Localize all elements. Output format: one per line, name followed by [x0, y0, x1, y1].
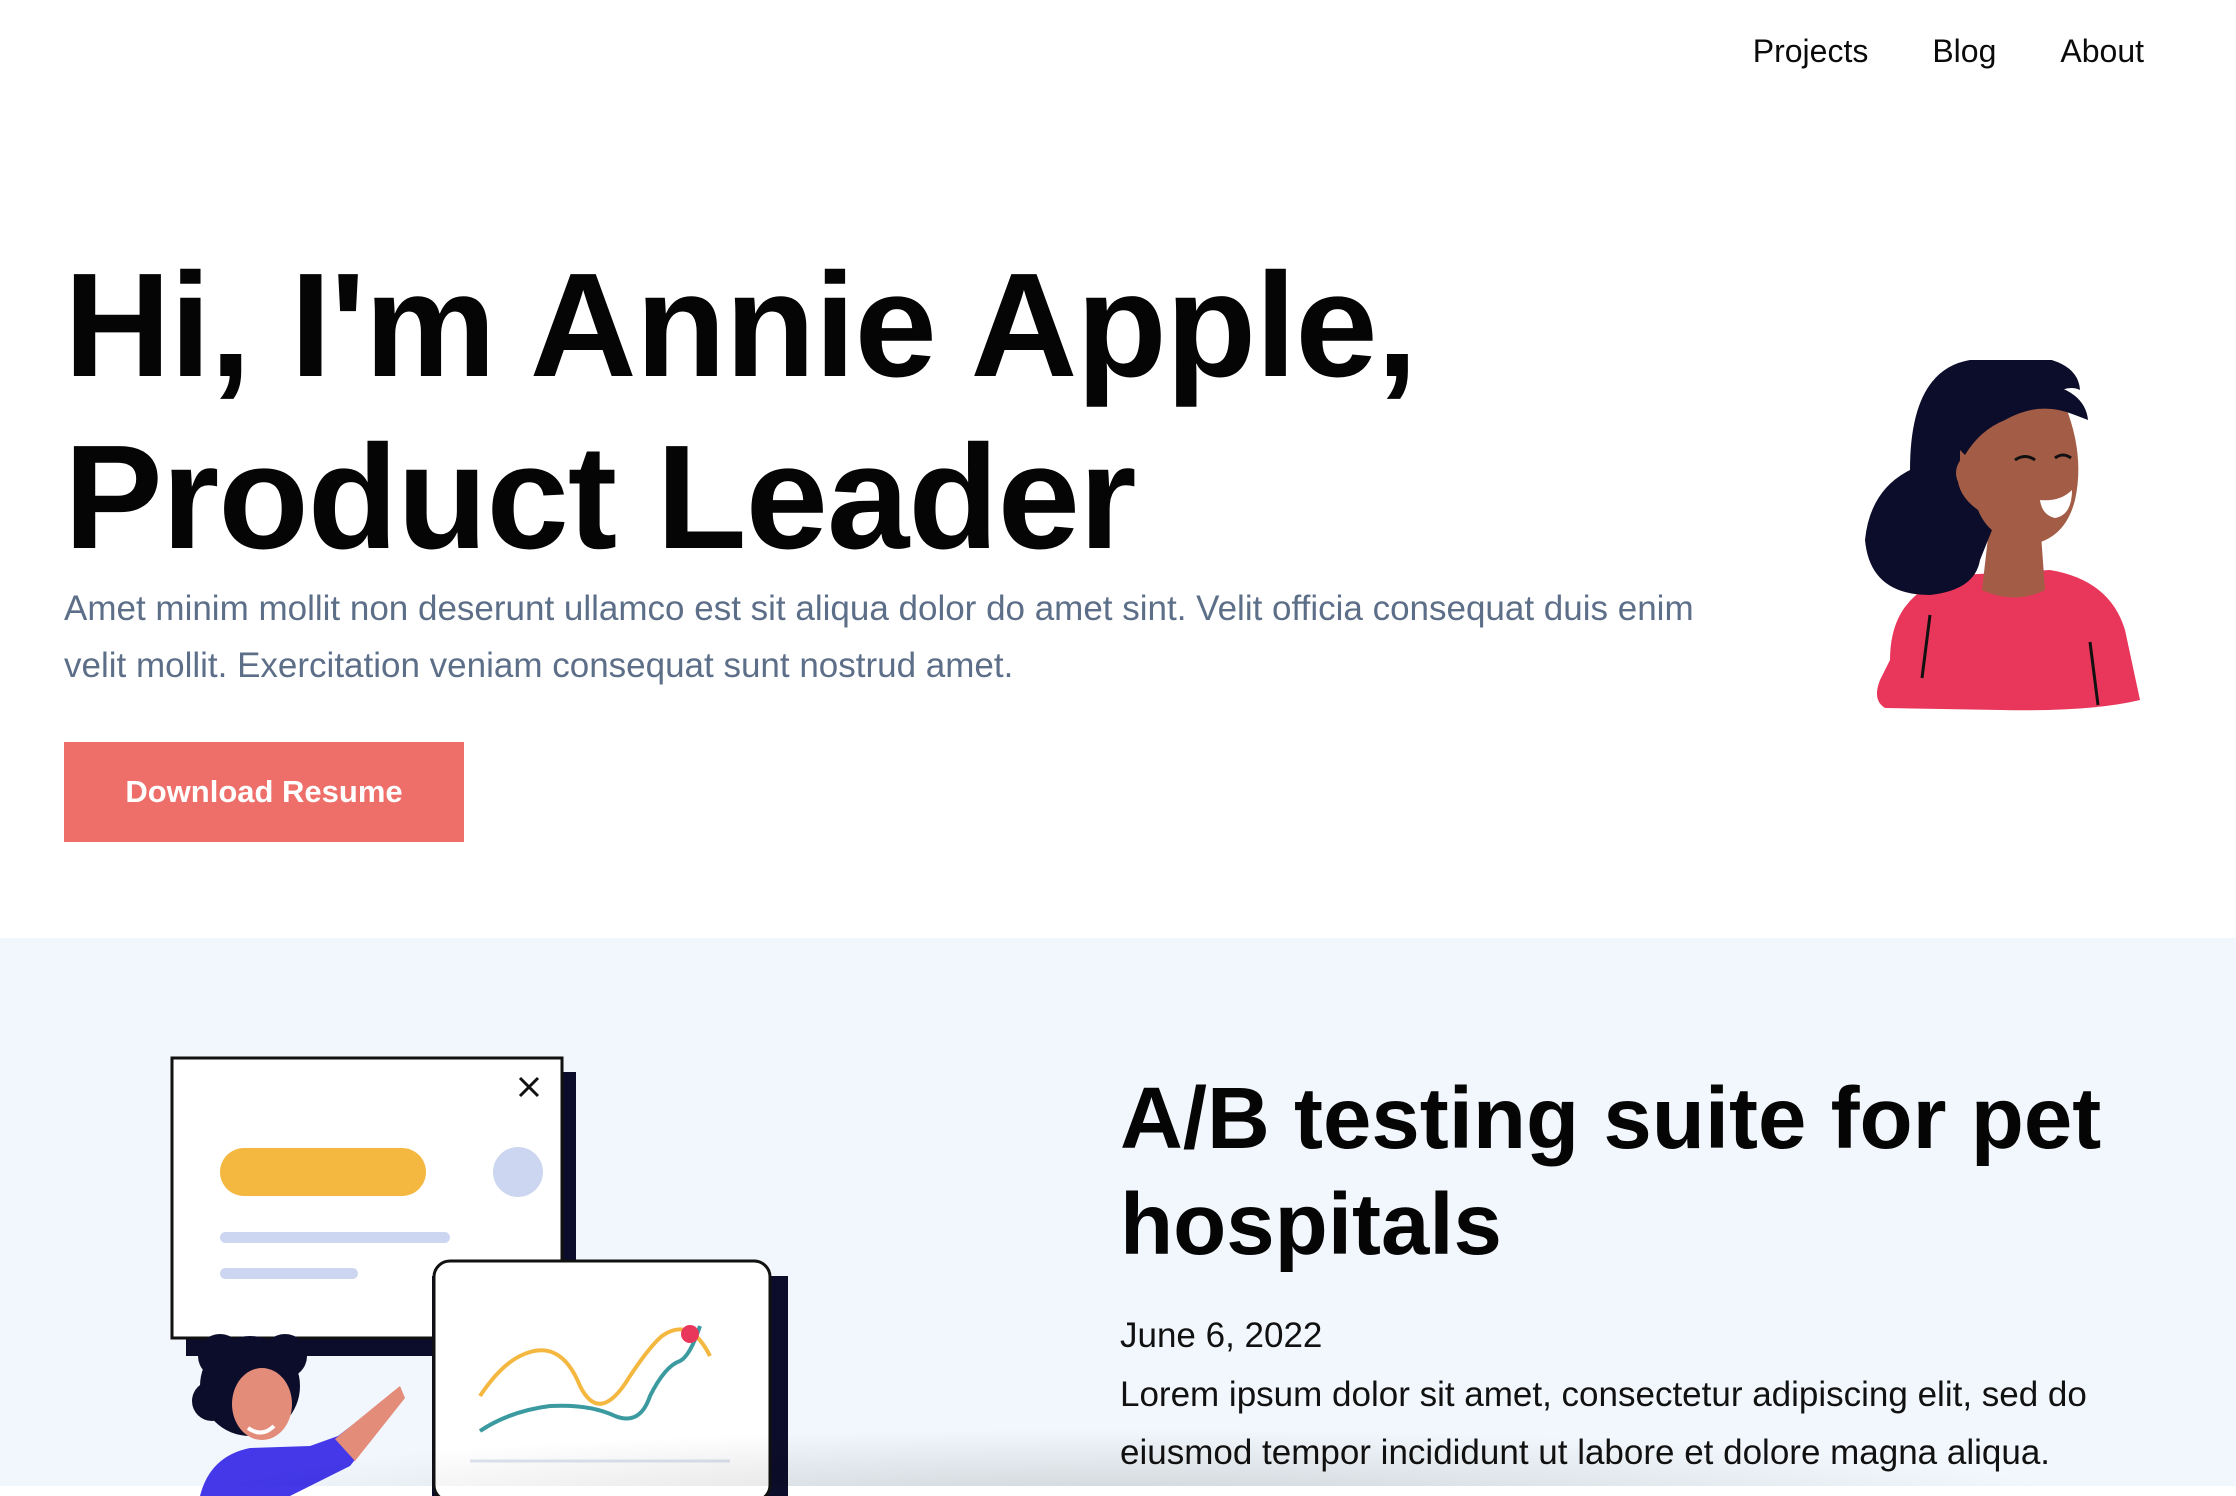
hero-description: Amet minim mollit non deserunt ullamco e… [64, 589, 1694, 685]
hero-title: Hi, I'm Annie Apple, Product Leader [64, 240, 1418, 584]
featured-project-section: A/B testing suite for pet hospitals June… [0, 938, 2236, 1496]
hero-title-line-1: Hi, I'm Annie Apple, [64, 243, 1418, 408]
nav-link-about[interactable]: About [2060, 28, 2144, 74]
project-date: June 6, 2022 [1120, 1316, 1323, 1355]
hero-title-line-2: Product Leader [64, 415, 1137, 580]
nav-link-blog[interactable]: Blog [1932, 28, 1996, 74]
avatar-illustration [1865, 360, 2140, 711]
project-description: Lorem ipsum dolor sit amet, consectetur … [1120, 1375, 2087, 1472]
project-title: A/B testing suite for pet hospitals [1120, 1070, 2102, 1273]
nav-link-projects[interactable]: Projects [1753, 28, 1869, 74]
project-illustration [170, 1056, 788, 1496]
download-resume-button[interactable]: Download Resume [64, 742, 464, 842]
main-nav: Projects Blog About [1753, 28, 2144, 74]
